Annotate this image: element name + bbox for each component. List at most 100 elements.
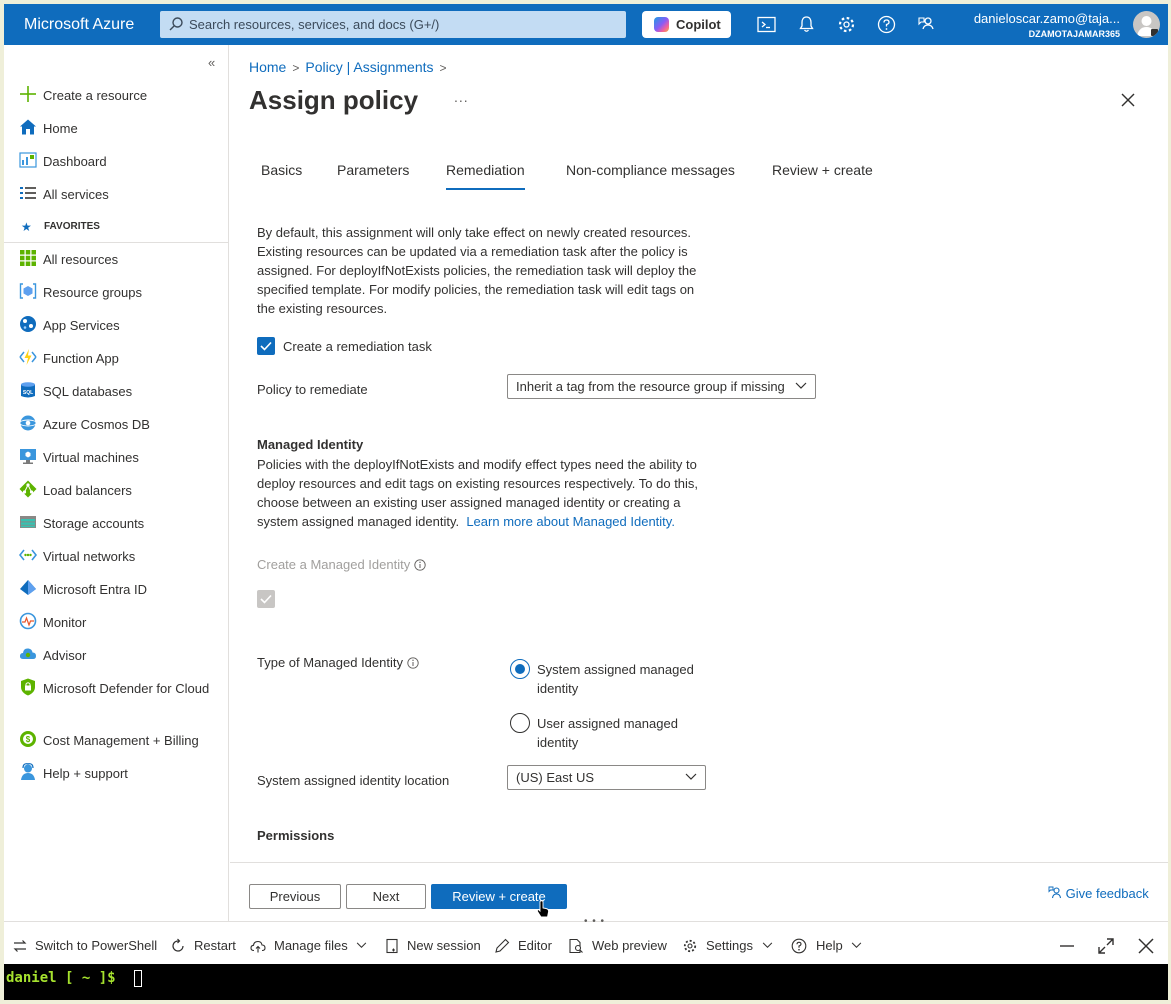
- network-icon: [19, 549, 37, 561]
- notifications-icon[interactable]: [796, 14, 817, 35]
- more-options-icon[interactable]: ...: [454, 89, 469, 105]
- user-email: danieloscar.zamo@taja...: [973, 11, 1120, 26]
- feedback-icon[interactable]: [916, 14, 937, 35]
- minimize-icon[interactable]: [1058, 937, 1076, 955]
- sidebar-item-function-app[interactable]: Function App: [4, 341, 228, 374]
- editor-button[interactable]: Editor: [518, 938, 552, 953]
- help-button[interactable]: Help: [816, 938, 862, 953]
- sidebar-item-cosmos-db[interactable]: Azure Cosmos DB: [4, 407, 228, 440]
- sidebar-item-help-support[interactable]: Help + support: [4, 756, 228, 789]
- sidebar-item-all-resources[interactable]: All resources: [4, 242, 228, 275]
- new-session-button[interactable]: New session: [407, 938, 481, 953]
- new-session-icon: [386, 938, 398, 954]
- search-box[interactable]: Search resources, services, and docs (G+…: [160, 11, 626, 38]
- tab-basics[interactable]: Basics: [261, 162, 302, 178]
- switch-to-powershell-button[interactable]: Switch to PowerShell: [35, 938, 157, 953]
- sidebar-item-label: Microsoft Entra ID: [43, 582, 148, 597]
- tab-review-create[interactable]: Review + create: [772, 162, 873, 178]
- brand-label[interactable]: Microsoft Azure: [24, 16, 134, 34]
- copilot-icon: [654, 17, 669, 32]
- sidebar-item-entra-id[interactable]: Microsoft Entra ID: [4, 572, 228, 605]
- wizard-footer: Previous Next Review + create Give feedb…: [230, 862, 1168, 921]
- sidebar-item-dashboard[interactable]: Dashboard: [4, 144, 228, 177]
- user-assigned-identity-radio[interactable]: [510, 713, 530, 733]
- learn-more-managed-identity-link[interactable]: Learn more about Managed Identity.: [466, 514, 675, 529]
- terminal[interactable]: daniel [ ~ ]$: [4, 964, 1168, 1000]
- sidebar-item-label: App Services: [43, 318, 120, 333]
- sidebar-item-app-services[interactable]: App Services: [4, 308, 228, 341]
- cloud-shell-icon[interactable]: [756, 14, 777, 35]
- sidebar-item-virtual-machines[interactable]: Virtual machines: [4, 440, 228, 473]
- sidebar-item-create-resource[interactable]: Create a resource: [4, 78, 228, 111]
- sidebar-item-label: Virtual networks: [43, 549, 136, 564]
- resize-grip-icon[interactable]: • • •: [584, 916, 605, 927]
- main-content: Home > Policy | Assignments > Assign policy…: [230, 45, 1168, 921]
- sidebar-item-all-services[interactable]: All services: [4, 177, 228, 210]
- system-assigned-identity-label[interactable]: System assigned managed identity: [537, 660, 707, 698]
- tab-non-compliance-messages[interactable]: Non-compliance messages: [566, 162, 735, 178]
- help-icon: [791, 938, 807, 954]
- sidebar-item-load-balancers[interactable]: Load balancers: [4, 473, 228, 506]
- close-shell-icon[interactable]: [1137, 937, 1155, 955]
- previous-button[interactable]: Previous: [249, 884, 341, 909]
- checkmark-icon: [260, 594, 272, 604]
- close-icon[interactable]: [1120, 92, 1136, 108]
- sidebar-item-virtual-networks[interactable]: Virtual networks: [4, 539, 228, 572]
- sidebar-item-defender[interactable]: Microsoft Defender for Cloud: [4, 671, 228, 723]
- identity-type-label: Type of Managed Identity: [257, 655, 419, 670]
- breadcrumb-policy-assignments[interactable]: Policy | Assignments: [305, 59, 433, 75]
- manage-files-button[interactable]: Manage files: [274, 938, 367, 953]
- sidebar-item-storage-accounts[interactable]: Storage accounts: [4, 506, 228, 539]
- next-button[interactable]: Next: [346, 884, 426, 909]
- favorites-header: ★ FAVORITES: [4, 215, 228, 243]
- sidebar-item-label: Azure Cosmos DB: [43, 417, 150, 432]
- feedback-icon: [1048, 886, 1062, 899]
- identity-location-dropdown[interactable]: (US) East US: [507, 765, 706, 790]
- maximize-icon[interactable]: [1097, 937, 1115, 955]
- settings-button[interactable]: Settings: [706, 938, 773, 953]
- create-remediation-task-checkbox[interactable]: [257, 337, 275, 355]
- sidebar-item-sql-databases[interactable]: SQL SQL databases: [4, 374, 228, 407]
- sidebar-item-advisor[interactable]: Advisor: [4, 638, 228, 671]
- settings-icon[interactable]: [836, 14, 857, 35]
- permissions-heading: Permissions: [257, 828, 335, 843]
- sidebar-item-monitor[interactable]: Monitor: [4, 605, 228, 638]
- identity-location-value: (US) East US: [516, 770, 595, 785]
- copilot-button[interactable]: Copilot: [642, 11, 731, 38]
- sidebar-item-label: All services: [43, 187, 109, 202]
- info-icon[interactable]: [407, 657, 419, 669]
- favorites-label: FAVORITES: [44, 221, 100, 232]
- monitor-icon: [20, 449, 36, 464]
- give-feedback-link[interactable]: Give feedback: [1048, 886, 1149, 901]
- storage-icon: [20, 516, 36, 528]
- account-info[interactable]: danieloscar.zamo@taja... DZAMOTAJAMAR365: [974, 11, 1120, 39]
- collapse-sidebar-icon[interactable]: «: [208, 55, 215, 70]
- web-preview-button[interactable]: Web preview: [592, 938, 667, 953]
- sidebar-item-home[interactable]: Home: [4, 111, 228, 144]
- info-icon[interactable]: [414, 559, 426, 571]
- tab-parameters[interactable]: Parameters: [337, 162, 409, 178]
- breadcrumb-home[interactable]: Home: [249, 59, 286, 75]
- sidebar-item-cost-management[interactable]: $ Cost Management + Billing: [4, 723, 228, 756]
- policy-to-remediate-dropdown[interactable]: Inherit a tag from the resource group if…: [507, 374, 816, 399]
- system-assigned-identity-radio[interactable]: [510, 659, 530, 679]
- cloud-shell-toolbar: • • • Switch to PowerShell Restart Manag…: [4, 916, 1168, 964]
- gauge-icon: [19, 612, 37, 630]
- policy-to-remediate-value: Inherit a tag from the resource group if…: [516, 379, 785, 394]
- restart-button[interactable]: Restart: [194, 938, 236, 953]
- give-feedback-label: Give feedback: [1065, 886, 1149, 901]
- chevron-right-icon: >: [292, 61, 300, 75]
- help-icon[interactable]: [876, 14, 897, 35]
- home-icon: [20, 119, 36, 135]
- chevron-down-icon: [762, 942, 772, 948]
- tab-remediation[interactable]: Remediation: [446, 162, 525, 190]
- terminal-prompt: daniel [ ~ ]$: [6, 970, 116, 986]
- pencil-icon: [495, 938, 510, 953]
- chevron-down-icon: [685, 773, 697, 780]
- sidebar-item-resource-groups[interactable]: Resource groups: [4, 275, 228, 308]
- user-assigned-identity-label[interactable]: User assigned managed identity: [537, 714, 707, 752]
- avatar[interactable]: [1133, 11, 1160, 38]
- svg-text:$: $: [26, 735, 31, 744]
- diamond-icon: [19, 480, 37, 498]
- plus-icon: [20, 86, 36, 102]
